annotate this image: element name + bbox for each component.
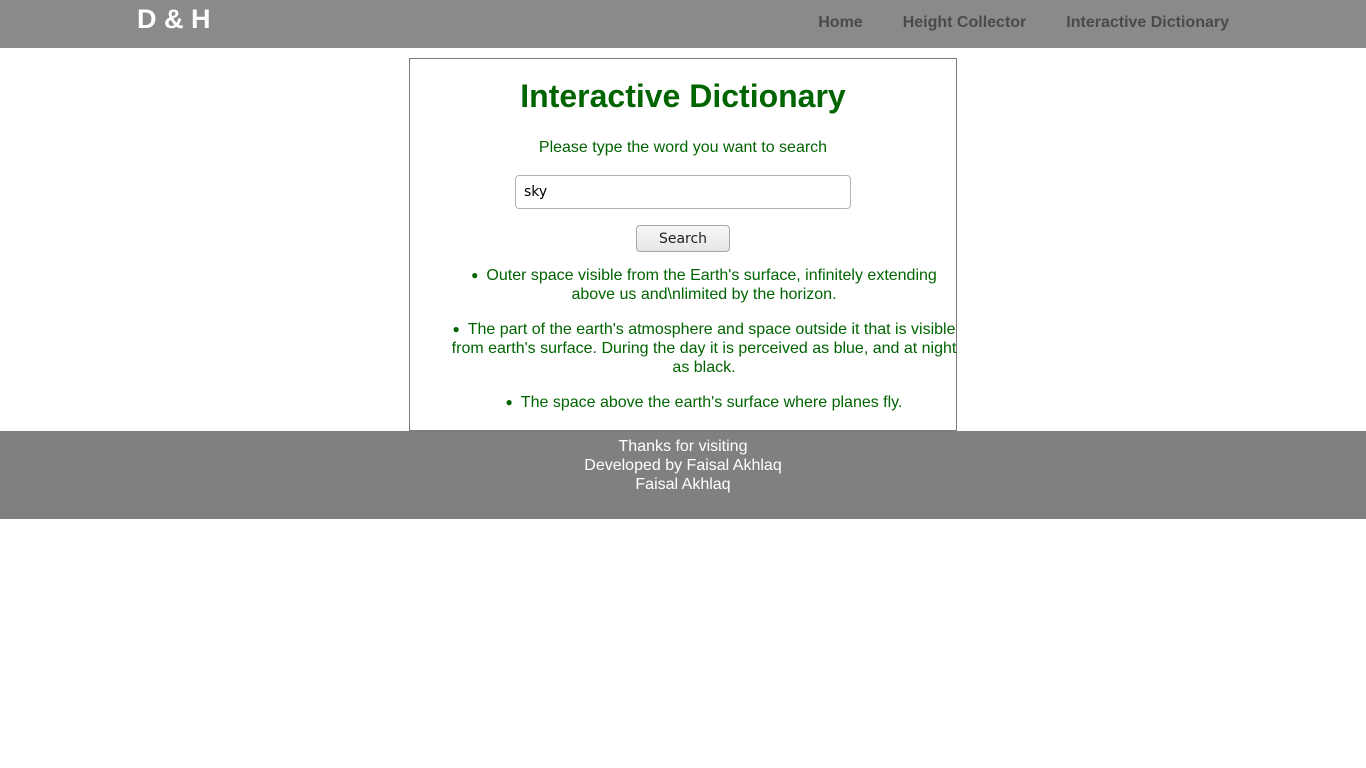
- footer-thanks: Thanks for visiting: [618, 438, 748, 455]
- definition-item: ● The space above the earth's surface whe…: [450, 393, 958, 412]
- nav-link-height-collector[interactable]: Height Collector: [903, 13, 1027, 33]
- search-prompt: Please type the word you want to search: [538, 139, 828, 156]
- nav-item-interactive-dictionary: Interactive Dictionary: [1066, 13, 1229, 33]
- nav-link-home[interactable]: Home: [818, 13, 862, 33]
- definition-text: Outer space visible from the Earth's sur…: [486, 267, 937, 303]
- definition-text: The part of the earth's atmosphere and s…: [451, 321, 957, 376]
- bullet-icon: ●: [505, 395, 513, 409]
- page-footer: Thanks for visiting Developed by Faisal …: [0, 431, 1366, 519]
- dictionary-card: Interactive Dictionary Please type the w…: [409, 58, 957, 431]
- footer-author: Faisal Akhlaq: [635, 476, 731, 493]
- site-logo[interactable]: D & H: [137, 3, 211, 35]
- page-title: Interactive Dictionary: [520, 78, 846, 114]
- search-input[interactable]: [515, 175, 851, 209]
- definition-item: ● Outer space visible from the Earth's su…: [450, 266, 958, 304]
- search-button[interactable]: Search: [636, 225, 730, 252]
- top-navbar: D & H Home Height Collector Interactive …: [0, 0, 1366, 48]
- bullet-icon: ●: [452, 322, 460, 336]
- definition-list: ● Outer space visible from the Earth's su…: [450, 266, 958, 428]
- footer-developer: Developed by Faisal Akhlaq: [584, 457, 782, 474]
- nav-item-height-collector: Height Collector: [903, 13, 1027, 33]
- bullet-icon: ●: [471, 268, 479, 282]
- definition-item: ● The part of the earth's atmosphere and …: [450, 320, 958, 377]
- nav-link-interactive-dictionary[interactable]: Interactive Dictionary: [1066, 13, 1229, 33]
- nav-menu: Home Height Collector Interactive Dictio…: [818, 13, 1229, 33]
- definition-text: The space above the earth's surface wher…: [520, 394, 903, 411]
- nav-item-home: Home: [818, 13, 862, 33]
